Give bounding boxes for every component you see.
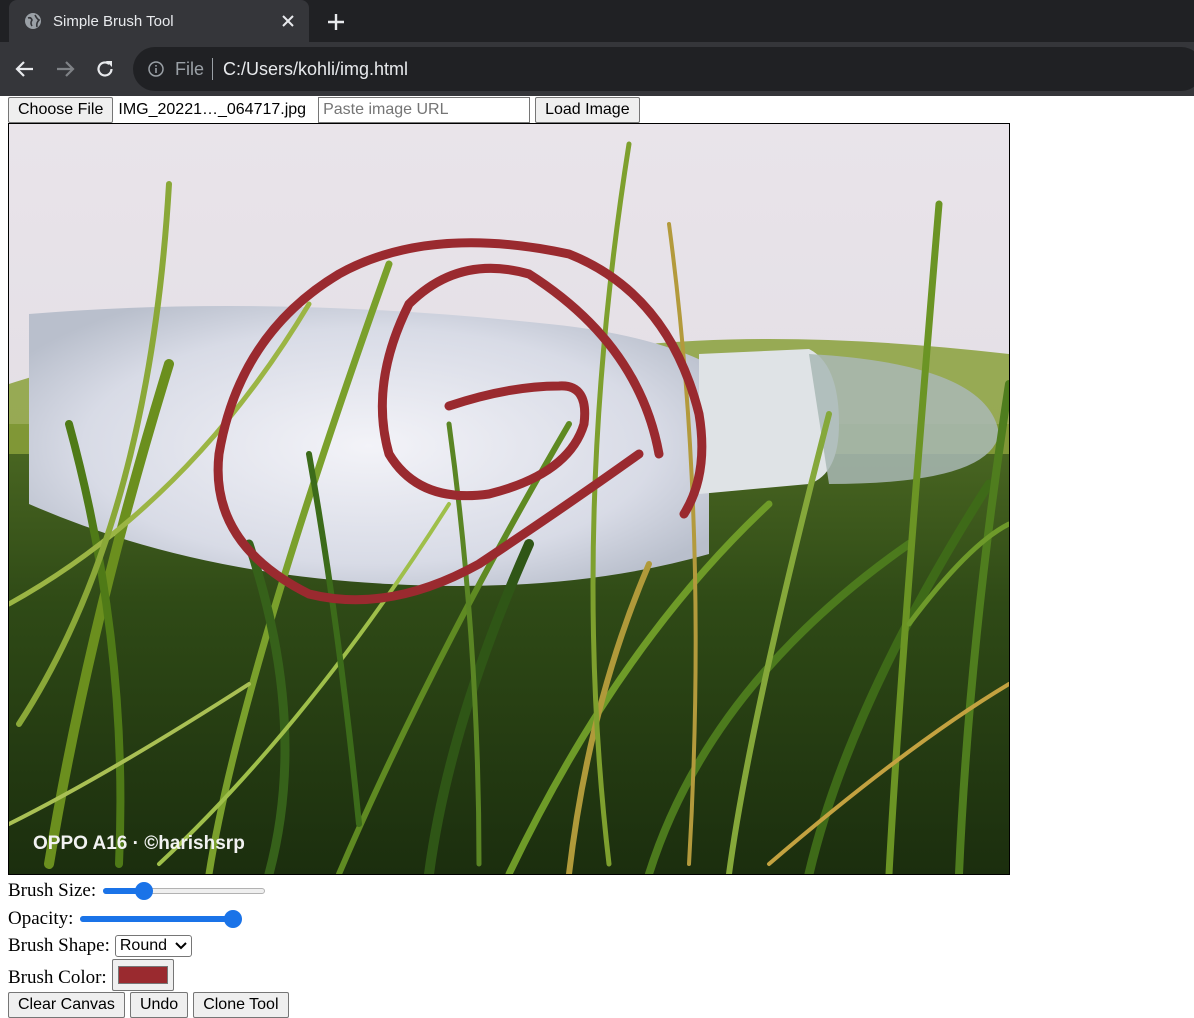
image-url-input[interactable]: [318, 97, 531, 123]
info-icon[interactable]: [147, 60, 165, 78]
back-arrow-icon[interactable]: [11, 55, 39, 83]
brush-color-picker[interactable]: [111, 959, 174, 991]
color-swatch: [117, 966, 168, 984]
brush-size-row: Brush Size:: [8, 880, 266, 902]
clear-canvas-button[interactable]: Clear Canvas: [8, 992, 125, 1018]
tab-title: Simple Brush Tool: [53, 12, 174, 30]
action-buttons: Clear Canvas Undo Clone Tool: [8, 992, 289, 1018]
load-image-button[interactable]: Load Image: [535, 97, 640, 123]
opacity-label: Opacity:: [8, 908, 74, 929]
brush-shape-value: Round: [119, 937, 168, 954]
url-text: C:/Users/kohli/img.html: [223, 58, 409, 79]
opacity-row: Opacity:: [8, 908, 243, 930]
brush-color-label: Brush Color:: [8, 967, 107, 988]
address-bar[interactable]: File C:/Users/kohli/img.html: [133, 47, 1194, 91]
undo-button[interactable]: Undo: [129, 992, 189, 1018]
reload-icon[interactable]: [91, 55, 119, 83]
brush-size-slider[interactable]: [103, 881, 266, 901]
brush-shape-select[interactable]: Round: [114, 935, 193, 957]
browser-toolbar: File C:/Users/kohli/img.html: [0, 42, 1194, 96]
url-scheme: File: [175, 58, 205, 79]
browser-tab[interactable]: Simple Brush Tool: [9, 0, 309, 42]
chosen-file-name: IMG_20221…_064717.jpg: [118, 101, 307, 118]
forward-arrow-icon[interactable]: [51, 55, 79, 83]
canvas-image: OPPO A16 · ©harishsrp: [9, 124, 1009, 874]
image-input-controls: Choose File IMG_20221…_064717.jpg Load I…: [8, 96, 640, 124]
choose-file-button[interactable]: Choose File: [8, 97, 114, 123]
watermark-text: OPPO A16 · ©harishsrp: [33, 833, 245, 854]
slider-fill: [80, 916, 234, 922]
brush-color-row: Brush Color:: [8, 959, 174, 991]
chevron-down-icon: [175, 942, 187, 950]
slider-thumb[interactable]: [134, 882, 153, 900]
opacity-slider[interactable]: [80, 909, 243, 929]
brush-size-label: Brush Size:: [8, 880, 97, 901]
drawing-canvas[interactable]: OPPO A16 · ©harishsrp: [8, 123, 1010, 875]
clone-tool-button[interactable]: Clone Tool: [193, 992, 289, 1018]
close-icon[interactable]: [277, 10, 299, 32]
plus-icon[interactable]: [322, 8, 350, 36]
slider-thumb[interactable]: [224, 910, 243, 928]
brush-shape-label: Brush Shape:: [8, 935, 110, 956]
url-separator: [212, 58, 214, 80]
tab-strip: Simple Brush Tool: [0, 0, 1194, 42]
globe-icon: [23, 11, 43, 31]
brush-shape-row: Brush Shape: Round: [8, 935, 193, 957]
